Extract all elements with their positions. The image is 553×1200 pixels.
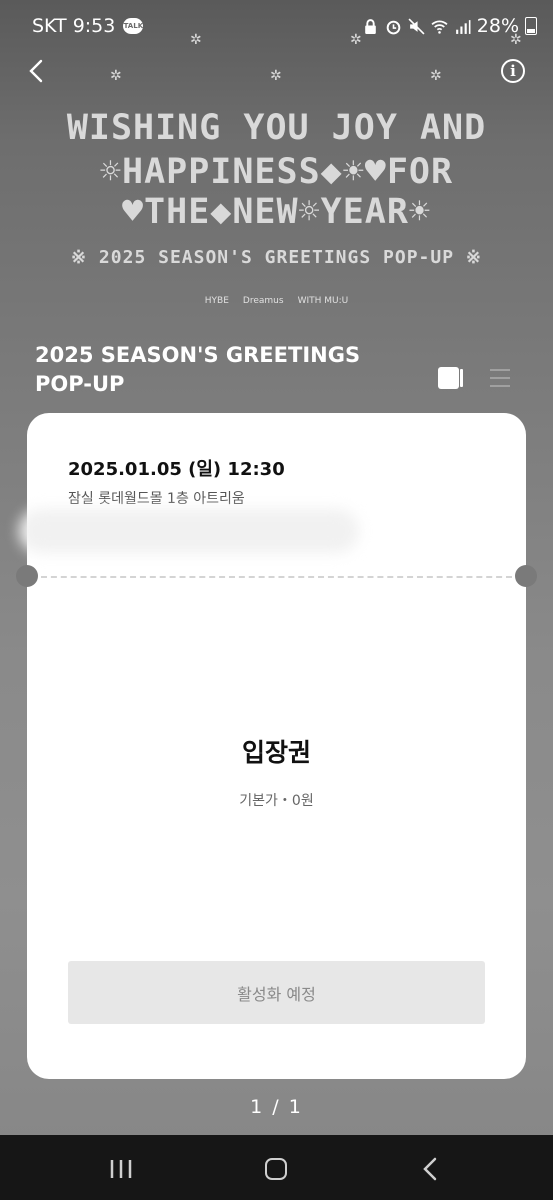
info-icon[interactable]: i — [501, 59, 525, 83]
mute-icon — [408, 17, 425, 35]
snowflake-icon: ✲ — [110, 68, 122, 84]
battery-icon — [525, 17, 537, 35]
home-icon[interactable] — [265, 1158, 287, 1180]
recent-apps-icon[interactable] — [108, 1159, 134, 1179]
ticket-name: 입장권 — [241, 738, 311, 767]
logo-dreamus: Dreamus — [242, 296, 284, 306]
ticket-venue: 잠실 롯데월드몰 1층 아트리움 — [68, 491, 245, 507]
snowflake-icon: ✲ — [430, 68, 442, 84]
pagination: 1 / 1 — [250, 1096, 303, 1118]
ticket-notch-right — [515, 565, 537, 587]
activate-button[interactable]: 활성화 예정 — [68, 961, 485, 1024]
ticket-card: 2025.01.05 (일) 12:30 잠실 롯데월드몰 1층 아트리움 입장… — [16, 413, 537, 1079]
sponsor-logos: HYBE Dreamus WITH MU:U — [0, 296, 553, 306]
banner-subtitle: ※ 2025 SEASON'S GREETINGS POP-UP ※ — [71, 247, 482, 268]
signal-icon — [455, 19, 471, 34]
nav-back-icon[interactable] — [421, 1157, 441, 1181]
banner-line-1: WISHING YOU JOY AND — [66, 108, 487, 148]
lock-icon — [364, 18, 376, 34]
snowflake-icon: ✲ — [350, 32, 362, 48]
wifi-icon — [431, 20, 448, 34]
snowflake-icon: ✲ — [190, 32, 202, 48]
blurred-info — [19, 509, 359, 553]
snowflake-icon: ✲ — [270, 68, 282, 84]
ticket-divider — [41, 576, 512, 578]
banner-line-3: ♥THE◆NEW☼YEAR☀ — [121, 192, 431, 232]
system-nav-bar — [0, 1135, 553, 1200]
snowflake-icon: ✲ — [510, 32, 522, 48]
ticket-price: 기본가・0원 — [239, 793, 314, 809]
back-arrow-icon[interactable] — [24, 58, 50, 84]
logo-withmuu: WITH MU:U — [297, 296, 349, 306]
calendar-icon[interactable] — [438, 367, 463, 389]
event-title: 2025 SEASON'S GREETINGS POP-UP — [35, 343, 361, 396]
alarm-icon — [386, 20, 401, 34]
status-bar: SKT 9:53 TALK 28% — [0, 0, 553, 52]
menu-icon[interactable] — [489, 368, 511, 388]
ticket-notch-left — [16, 565, 38, 587]
banner-line-2: ☼HAPPINESS◆☀♥FOR — [99, 152, 454, 192]
talk-notification-icon: TALK — [123, 18, 144, 34]
logo-hybe: HYBE — [204, 296, 229, 306]
ticket-datetime: 2025.01.05 (일) 12:30 — [68, 459, 285, 480]
carrier-time: SKT 9:53 — [32, 15, 116, 37]
status-left: SKT 9:53 TALK — [32, 15, 144, 37]
